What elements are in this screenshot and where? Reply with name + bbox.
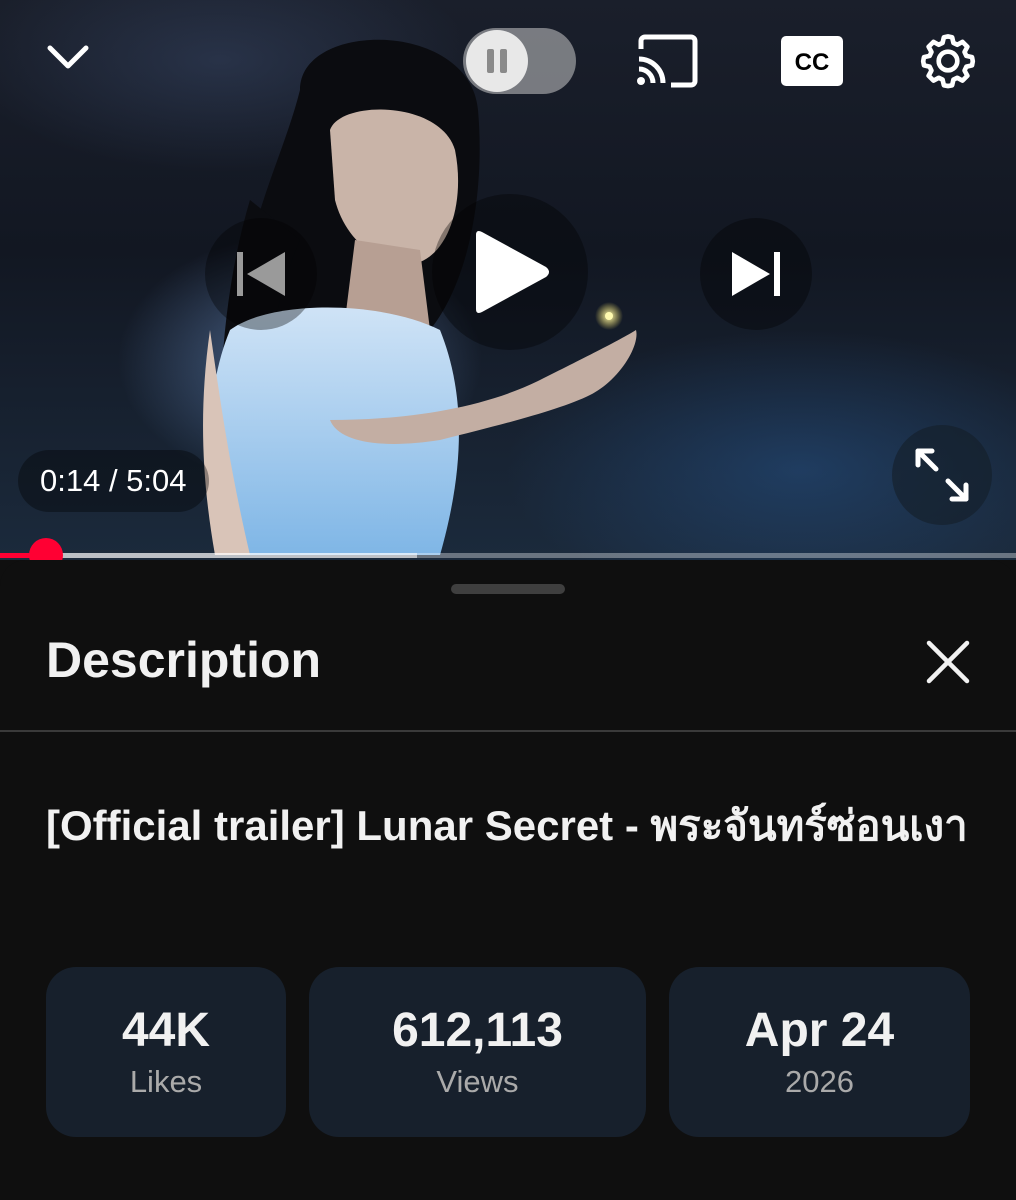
skip-next-icon (732, 252, 780, 296)
time-display: 0:14 / 5:04 (18, 450, 209, 512)
publish-year: 2026 (785, 1064, 854, 1099)
drag-handle[interactable] (451, 584, 565, 594)
views-label: Views (436, 1064, 519, 1099)
divider (0, 730, 1016, 732)
likes-stat: 44K Likes (46, 967, 286, 1137)
settings-button[interactable] (908, 24, 988, 98)
previous-video-button[interactable] (205, 218, 317, 330)
next-video-button[interactable] (700, 218, 812, 330)
pause-icon (487, 49, 507, 73)
chevron-down-icon (47, 45, 89, 69)
close-button[interactable] (916, 630, 980, 694)
publish-date: Apr 24 (744, 1004, 895, 1057)
likes-label: Likes (129, 1064, 203, 1099)
skip-previous-icon (237, 252, 285, 296)
publish-date-stat: Apr 24 2026 (669, 967, 970, 1137)
play-icon (476, 231, 549, 313)
video-player[interactable]: CC 0:14 / 5:04 (0, 0, 1016, 560)
views-stat: 612,113 Views (309, 967, 646, 1137)
video-title: [Official trailer] Lunar Secret - พระจัน… (46, 802, 968, 849)
cc-icon: CC (781, 36, 843, 86)
autoplay-toggle[interactable] (463, 28, 576, 94)
description-panel: Description [Official trailer] Lunar Sec… (0, 560, 1016, 1200)
panel-title: Description (46, 632, 322, 688)
cast-icon (637, 34, 698, 88)
cast-button[interactable] (628, 28, 704, 94)
fullscreen-icon (915, 448, 969, 502)
views-count: 612,113 (392, 1004, 563, 1057)
likes-count: 44K (121, 1004, 211, 1057)
collapse-player-button[interactable] (30, 22, 106, 92)
fullscreen-button[interactable] (892, 425, 992, 525)
seek-bar[interactable] (0, 538, 1016, 560)
stats-row: 44K Likes 612,113 Views Apr 24 2026 (46, 967, 970, 1137)
gear-icon (920, 34, 976, 89)
close-icon (926, 640, 970, 684)
captions-button[interactable]: CC (774, 28, 850, 94)
svg-text:CC: CC (795, 49, 830, 76)
play-button[interactable] (432, 194, 588, 350)
autoplay-knob (466, 30, 528, 92)
